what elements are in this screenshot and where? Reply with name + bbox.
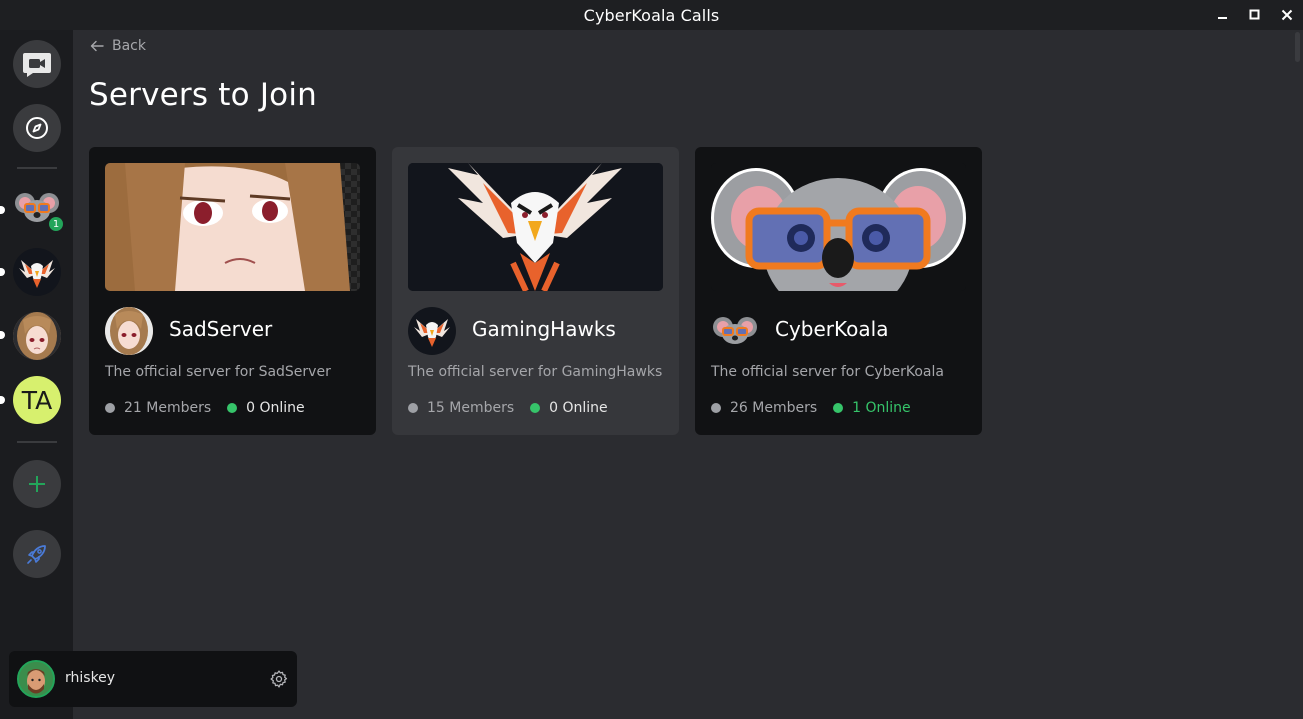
sidebar-divider — [17, 167, 57, 169]
server-banner — [105, 163, 360, 291]
members-dot — [408, 403, 418, 413]
arrow-left-icon — [90, 40, 104, 52]
online-dot — [530, 403, 541, 413]
server-indicator-pip — [0, 396, 5, 404]
server-stats: 15 Members 0 Online — [408, 400, 608, 416]
online-dot — [227, 403, 238, 413]
server-name: SadServer — [169, 317, 273, 341]
scrollbar[interactable] — [1291, 30, 1303, 719]
user-avatar[interactable] — [17, 660, 55, 698]
minimize-button[interactable] — [1207, 0, 1239, 30]
online-count: 1 Online — [833, 400, 911, 416]
anime-girl-icon — [13, 312, 61, 360]
hawk-icon — [19, 260, 55, 288]
anime-girl-avatar-image — [105, 307, 153, 355]
rocket-icon — [27, 545, 46, 564]
scrollbar-thumb[interactable] — [1295, 32, 1300, 62]
online-count-label: 1 Online — [852, 400, 911, 416]
server-indicator-pip — [0, 331, 5, 339]
anime-girl-banner-image — [105, 163, 360, 291]
server-name: GamingHawks — [472, 317, 616, 341]
window-controls — [1207, 0, 1303, 30]
server-initials: TA — [21, 385, 53, 415]
server-banner — [408, 163, 663, 291]
discover-button[interactable] — [13, 530, 61, 578]
member-count: 21 Members — [105, 400, 211, 416]
hawk-banner-image — [408, 163, 663, 291]
server-description: The official server for SadServer — [105, 364, 331, 380]
server-indicator-pip — [0, 268, 5, 276]
server-avatar — [711, 307, 759, 355]
user-avatar-image — [19, 662, 53, 696]
member-count: 26 Members — [711, 400, 817, 416]
user-panel: rhiskey — [9, 651, 297, 707]
online-count-label: 0 Online — [246, 400, 305, 416]
explore-button[interactable] — [13, 104, 61, 152]
server-sidebar: 1 TA — [0, 30, 73, 719]
server-avatar — [105, 307, 153, 355]
member-count-label: 15 Members — [427, 400, 515, 416]
koala-avatar-image — [713, 317, 757, 344]
online-count: 0 Online — [530, 400, 608, 416]
members-dot — [105, 403, 115, 413]
online-dot — [833, 403, 844, 413]
server-card-sadserver[interactable]: SadServer The official server for SadSer… — [89, 147, 376, 435]
member-count-label: 21 Members — [124, 400, 212, 416]
username: rhiskey — [65, 670, 116, 686]
main-content: Back Servers to Join SadServer The offic… — [73, 30, 1303, 719]
window-title: CyberKoala Calls — [583, 5, 720, 25]
server-icon-ta[interactable]: TA — [13, 376, 61, 424]
title-bar: CyberKoala Calls — [0, 0, 1303, 30]
notification-badge: 1 — [47, 215, 65, 233]
back-button[interactable]: Back — [90, 38, 146, 54]
server-stats: 26 Members 1 Online — [711, 400, 911, 416]
server-banner — [711, 163, 966, 291]
online-count: 0 Online — [227, 400, 305, 416]
maximize-button[interactable] — [1239, 0, 1271, 30]
members-dot — [711, 403, 721, 413]
server-description: The official server for CyberKoala — [711, 364, 944, 380]
koala-banner-image — [711, 163, 966, 291]
video-calls-button[interactable] — [13, 40, 61, 88]
server-icon-gaminghawks[interactable] — [13, 248, 61, 296]
settings-gear-icon[interactable] — [269, 669, 289, 689]
page-title: Servers to Join — [89, 77, 318, 113]
video-call-icon — [23, 53, 51, 77]
hawk-avatar-image — [414, 319, 450, 347]
server-card-gaminghawks[interactable]: GamingHawks The official server for Gami… — [392, 147, 679, 435]
member-count: 15 Members — [408, 400, 514, 416]
sidebar-divider — [17, 441, 57, 443]
add-server-button[interactable] — [13, 460, 61, 508]
server-indicator-pip — [0, 206, 5, 214]
server-avatar — [408, 307, 456, 355]
close-button[interactable] — [1271, 0, 1303, 30]
server-name: CyberKoala — [775, 317, 889, 341]
maximize-icon — [1249, 9, 1260, 20]
member-count-label: 26 Members — [730, 400, 818, 416]
server-stats: 21 Members 0 Online — [105, 400, 305, 416]
server-card-cyberkoala[interactable]: CyberKoala The official server for Cyber… — [695, 147, 982, 435]
back-label: Back — [112, 38, 146, 54]
server-icon-sadserver[interactable] — [13, 312, 61, 360]
close-icon — [1281, 9, 1293, 21]
minimize-icon — [1218, 17, 1227, 19]
add-server-icon — [29, 476, 45, 492]
compass-icon — [26, 117, 48, 139]
online-count-label: 0 Online — [549, 400, 608, 416]
server-description: The official server for GamingHawks — [408, 364, 663, 380]
